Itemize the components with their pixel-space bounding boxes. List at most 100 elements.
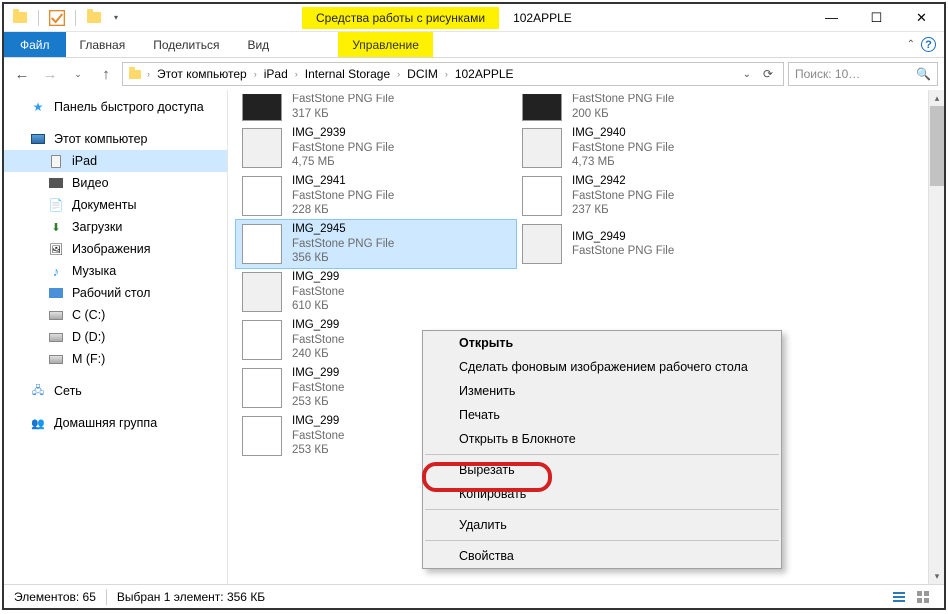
- file-name: IMG_2949: [572, 230, 674, 244]
- cm-edit[interactable]: Изменить: [423, 379, 781, 403]
- breadcrumb-seg[interactable]: Этот компьютер: [154, 67, 250, 81]
- file-name: IMG_2941: [292, 174, 394, 188]
- file-type: FastStone: [292, 285, 344, 299]
- view-thumbnails-button[interactable]: [912, 588, 934, 606]
- file-name: IMG_2939: [292, 126, 394, 140]
- file-size: 237 КБ: [572, 203, 674, 217]
- sidebar-drive-d[interactable]: D (D:): [4, 326, 227, 348]
- address-dropdown-icon[interactable]: ⌄: [739, 69, 755, 80]
- file-type: FastStone: [292, 333, 344, 347]
- file-thumbnail: [242, 94, 282, 121]
- file-thumbnail: [522, 128, 562, 168]
- collapse-ribbon-icon[interactable]: ⌃: [907, 39, 915, 50]
- file-name: IMG_2945: [292, 222, 394, 236]
- maximize-button[interactable]: ☐: [854, 4, 899, 32]
- titlebar: ▾ Средства работы с рисунками 102APPLE —…: [4, 4, 944, 32]
- breadcrumb-seg[interactable]: DCIM: [404, 67, 441, 81]
- close-button[interactable]: ✕: [899, 4, 944, 32]
- search-input[interactable]: Поиск: 10… 🔍: [788, 62, 938, 86]
- file-name: IMG_299: [292, 270, 344, 284]
- file-thumbnail: [242, 272, 282, 312]
- file-thumbnail: [242, 320, 282, 360]
- file-thumbnail: [242, 368, 282, 408]
- file-thumbnail: [242, 416, 282, 456]
- file-item[interactable]: IMG_2942FastStone PNG File237 КБ: [516, 172, 796, 220]
- scroll-up-icon[interactable]: ▴: [929, 90, 945, 106]
- file-type: FastStone PNG File: [572, 189, 674, 203]
- file-item[interactable]: IMG_2939FastStone PNG File4,75 МБ: [236, 124, 516, 172]
- cm-set-wallpaper[interactable]: Сделать фоновым изображением рабочего ст…: [423, 355, 781, 379]
- sidebar-desktop[interactable]: Рабочий стол: [4, 282, 227, 304]
- scrollbar[interactable]: ▴ ▾: [928, 90, 944, 584]
- breadcrumb-seg[interactable]: 102APPLE: [452, 67, 517, 81]
- sidebar-ipad[interactable]: iPad: [4, 150, 227, 172]
- file-size: 356 КБ: [292, 251, 394, 265]
- folder-icon-2: [86, 10, 102, 26]
- ribbon-tabs: Файл Главная Поделиться Вид Управление ⌃…: [4, 32, 944, 58]
- file-item[interactable]: IMG_2941FastStone PNG File228 КБ: [236, 172, 516, 220]
- back-button[interactable]: ←: [10, 62, 34, 86]
- cm-open-notepad[interactable]: Открыть в Блокноте: [423, 427, 781, 451]
- file-size: 253 КБ: [292, 395, 344, 409]
- checkbox-icon[interactable]: [49, 10, 65, 26]
- breadcrumb-seg[interactable]: Internal Storage: [302, 67, 393, 81]
- view-details-button[interactable]: [888, 588, 910, 606]
- file-size: 240 КБ: [292, 347, 344, 361]
- file-item[interactable]: IMG_2940FastStone PNG File4,73 МБ: [516, 124, 796, 172]
- cm-properties[interactable]: Свойства: [423, 544, 781, 568]
- tab-home[interactable]: Главная: [66, 32, 140, 57]
- file-type: FastStone PNG File: [572, 94, 674, 107]
- breadcrumb-seg[interactable]: iPad: [261, 67, 291, 81]
- file-type: FastStone: [292, 429, 344, 443]
- file-size: 317 КБ: [292, 107, 394, 121]
- file-size: 4,75 МБ: [292, 155, 394, 169]
- up-button[interactable]: ↑: [94, 62, 118, 86]
- cm-open[interactable]: Открыть: [423, 331, 781, 355]
- sidebar-quick-access[interactable]: ★Панель быстрого доступа: [4, 96, 227, 118]
- sidebar-video[interactable]: Видео: [4, 172, 227, 194]
- sidebar-this-pc[interactable]: Этот компьютер: [4, 128, 227, 150]
- file-name: IMG_299: [292, 414, 344, 428]
- cm-print[interactable]: Печать: [423, 403, 781, 427]
- minimize-button[interactable]: —: [809, 4, 854, 32]
- file-item[interactable]: IMG_299FastStone610 КБ: [236, 268, 516, 316]
- scroll-thumb[interactable]: [930, 106, 944, 186]
- forward-button[interactable]: →: [38, 62, 62, 86]
- breadcrumb[interactable]: › Этот компьютер› iPad› Internal Storage…: [122, 62, 784, 86]
- status-bar: Элементов: 65 Выбран 1 элемент: 356 КБ: [4, 584, 944, 608]
- tab-manage[interactable]: Управление: [338, 32, 433, 57]
- file-thumbnail: [242, 176, 282, 216]
- recent-dropdown-icon[interactable]: ⌄: [66, 62, 90, 86]
- cm-cut[interactable]: Вырезать: [423, 458, 781, 482]
- sidebar-music[interactable]: Музыка: [4, 260, 227, 282]
- sidebar: ★Панель быстрого доступа Этот компьютер …: [4, 90, 228, 584]
- file-item[interactable]: IMG_2937FastStone PNG File317 КБ: [236, 94, 516, 124]
- cm-copy[interactable]: Копировать: [423, 482, 781, 506]
- tab-file[interactable]: Файл: [4, 32, 66, 57]
- file-item[interactable]: IMG_2949FastStone PNG File: [516, 220, 796, 268]
- qat-dropdown-icon[interactable]: ▾: [108, 10, 124, 26]
- window-title: 102APPLE: [513, 11, 572, 25]
- file-name: IMG_299: [292, 366, 344, 380]
- cm-delete[interactable]: Удалить: [423, 513, 781, 537]
- sidebar-documents[interactable]: Документы: [4, 194, 227, 216]
- file-type: FastStone PNG File: [292, 141, 394, 155]
- file-thumbnail: [242, 224, 282, 264]
- refresh-icon[interactable]: ⟳: [757, 67, 779, 81]
- sidebar-drive-c[interactable]: C (C:): [4, 304, 227, 326]
- scroll-down-icon[interactable]: ▾: [929, 568, 945, 584]
- file-size: 610 КБ: [292, 299, 344, 313]
- file-item[interactable]: IMG_2945FastStone PNG File356 КБ: [236, 220, 516, 268]
- help-icon[interactable]: ?: [921, 37, 936, 52]
- sidebar-pictures[interactable]: Изображения: [4, 238, 227, 260]
- file-size: 228 КБ: [292, 203, 394, 217]
- status-item-count: Элементов: 65: [14, 590, 96, 604]
- sidebar-drive-m[interactable]: M (F:): [4, 348, 227, 370]
- sidebar-homegroup[interactable]: Домашняя группа: [4, 412, 227, 434]
- tab-view[interactable]: Вид: [233, 32, 283, 57]
- file-item[interactable]: IMG_2937FastStone PNG File200 КБ: [516, 94, 796, 124]
- tab-share[interactable]: Поделиться: [139, 32, 233, 57]
- sidebar-downloads[interactable]: Загрузки: [4, 216, 227, 238]
- file-thumbnail: [522, 224, 562, 264]
- sidebar-network[interactable]: Сеть: [4, 380, 227, 402]
